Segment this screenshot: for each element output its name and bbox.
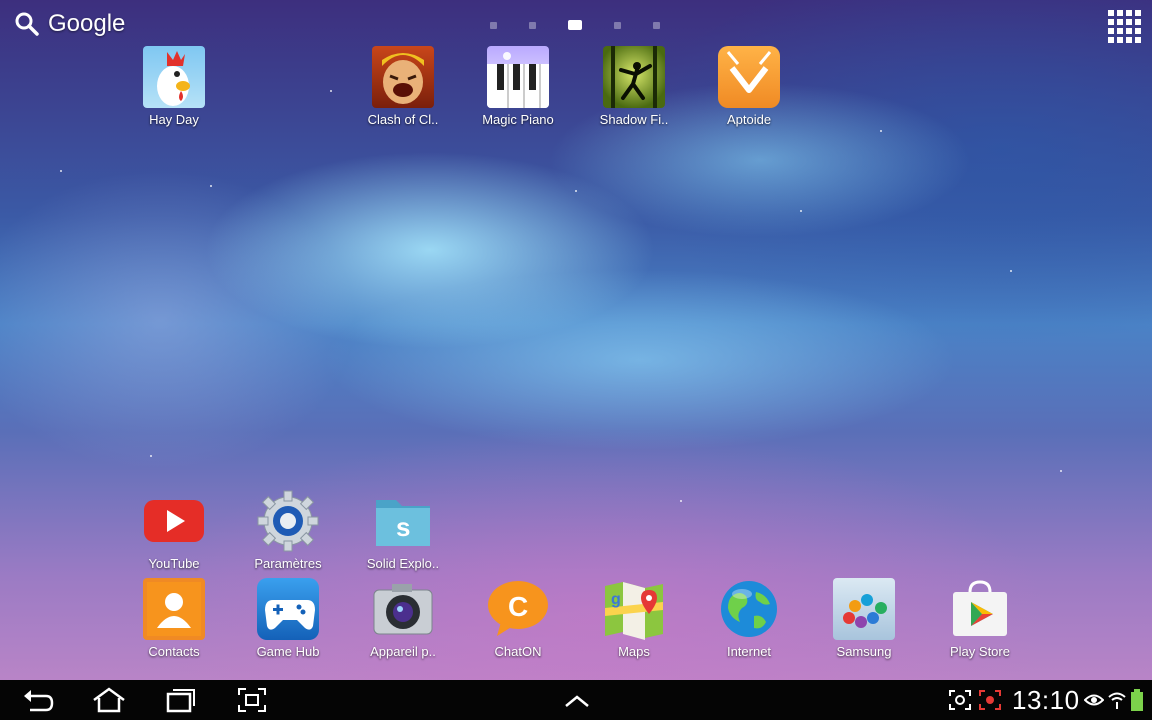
star-decoration — [150, 455, 152, 457]
recent-apps-icon — [166, 689, 195, 713]
back-button[interactable] — [20, 686, 56, 714]
shadow-fight-icon — [603, 46, 665, 108]
star-decoration — [60, 170, 62, 172]
app-youtube[interactable]: YouTube — [124, 490, 224, 571]
home-screen: Google Hay Day Clash of Cl.. Magic Piano… — [0, 0, 1152, 720]
google-search-button[interactable]: Google — [14, 10, 125, 38]
app-label: Clash of Cl.. — [367, 112, 439, 127]
battery-icon — [1131, 689, 1143, 711]
wifi-status — [1107, 690, 1127, 718]
star-decoration — [1010, 270, 1012, 272]
recent-apps-button[interactable] — [164, 686, 198, 714]
svg-text:g: g — [611, 591, 621, 608]
system-navbar: 13:10 — [0, 680, 1152, 720]
up-arrow-icon — [565, 695, 589, 707]
recording-status — [978, 689, 1002, 717]
star-decoration — [575, 190, 577, 192]
app-magic-piano[interactable]: Magic Piano — [468, 46, 568, 127]
home-icon — [93, 687, 125, 713]
star-decoration — [1060, 470, 1062, 472]
app-aptoide[interactable]: Aptoide — [699, 46, 799, 127]
app-label: Shadow Fi.. — [599, 112, 669, 127]
page-dot[interactable] — [529, 21, 536, 29]
app-label: Paramètres — [254, 556, 322, 571]
eye-status — [1083, 690, 1105, 718]
game-hub-icon — [257, 578, 319, 640]
app-shadow-fight[interactable]: Shadow Fi.. — [584, 46, 684, 127]
app-hay-day[interactable]: Hay Day — [124, 46, 224, 127]
hay-day-icon — [143, 46, 205, 108]
app-internet[interactable]: Internet — [699, 578, 799, 659]
star-decoration — [880, 130, 882, 132]
screen-capture-icon — [949, 690, 971, 710]
app-chaton[interactable]: C ChatON — [468, 578, 568, 659]
search-icon — [15, 12, 39, 36]
app-play-store[interactable]: Play Store — [930, 578, 1030, 659]
app-camera[interactable]: Appareil p.. — [353, 578, 453, 659]
app-contacts[interactable]: Contacts — [124, 578, 224, 659]
app-label: Play Store — [950, 644, 1010, 659]
home-button[interactable] — [90, 686, 128, 714]
app-maps[interactable]: g Maps — [584, 578, 684, 659]
app-label: Hay Day — [149, 112, 199, 127]
star-decoration — [210, 185, 212, 187]
back-icon — [24, 690, 54, 712]
app-label: Aptoide — [726, 112, 772, 127]
youtube-icon — [143, 490, 205, 552]
star-decoration — [800, 210, 802, 212]
google-search-label: Google — [48, 10, 126, 37]
page-dot[interactable] — [490, 21, 497, 29]
app-parametres[interactable]: Paramètres — [238, 490, 338, 571]
page-dot[interactable] — [653, 21, 660, 29]
apps-grid-icon — [1108, 10, 1141, 43]
app-label: Appareil p.. — [370, 644, 436, 659]
apps-grid-button[interactable] — [1108, 10, 1141, 43]
chaton-icon: C — [487, 578, 549, 640]
app-clash-of-clans[interactable]: Clash of Cl.. — [353, 46, 453, 127]
clash-of-clans-icon — [372, 46, 434, 108]
page-indicator — [490, 20, 660, 30]
up-arrow-button[interactable] — [562, 686, 592, 714]
aptoide-icon — [718, 46, 780, 108]
app-label: Contacts — [148, 644, 200, 659]
app-label: YouTube — [148, 556, 200, 571]
recording-icon — [979, 690, 1001, 710]
screenshot-icon — [238, 688, 266, 712]
screenshot-button[interactable] — [236, 686, 268, 714]
app-label: Game Hub — [256, 644, 320, 659]
internet-globe-icon — [718, 578, 780, 640]
app-label: Maps — [618, 644, 650, 659]
maps-icon: g — [603, 578, 665, 640]
battery-status — [1131, 689, 1143, 717]
app-label: Magic Piano — [482, 112, 554, 127]
magic-piano-icon — [487, 46, 549, 108]
samsung-apps-icon — [833, 578, 895, 640]
screen-capture-status — [948, 689, 972, 717]
star-decoration — [680, 500, 682, 502]
wifi-icon — [1108, 692, 1126, 709]
settings-gear-icon — [257, 490, 319, 552]
page-dot-active[interactable] — [568, 20, 582, 30]
app-label: ChatON — [494, 644, 542, 659]
contacts-icon — [143, 578, 205, 640]
app-samsung[interactable]: Samsung — [814, 578, 914, 659]
app-game-hub[interactable]: Game Hub — [238, 578, 338, 659]
eye-icon — [1083, 694, 1105, 706]
camera-icon — [372, 578, 434, 640]
svg-text:C: C — [508, 591, 528, 622]
page-dot[interactable] — [614, 21, 621, 29]
play-store-icon — [949, 578, 1011, 640]
status-clock: 13:10 — [1012, 685, 1080, 715]
app-label: Solid Explo.. — [366, 556, 440, 571]
solid-explorer-icon: s — [372, 490, 434, 552]
svg-text:s: s — [396, 512, 410, 542]
app-solid-explorer[interactable]: s Solid Explo.. — [353, 490, 453, 571]
app-label: Internet — [726, 644, 772, 659]
app-label: Samsung — [836, 644, 892, 659]
star-decoration — [330, 90, 332, 92]
